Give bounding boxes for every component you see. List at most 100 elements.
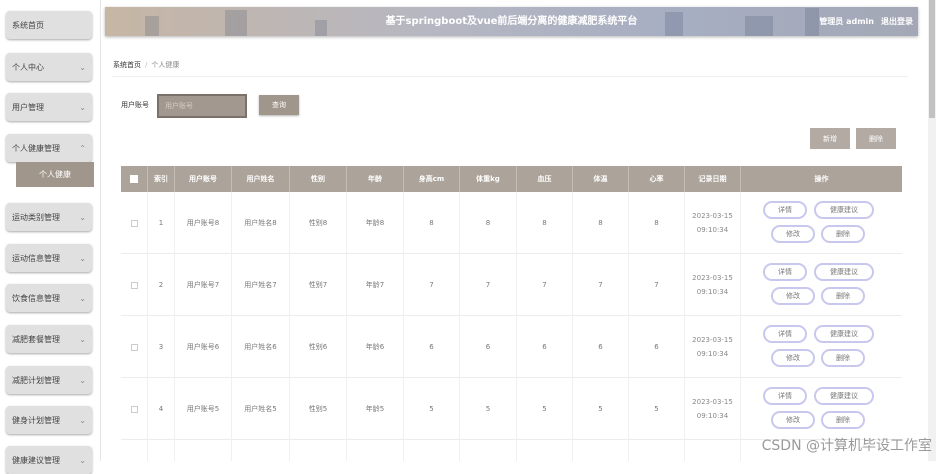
sidebar-item-home[interactable]: 系统首页 [6, 11, 92, 39]
table-header: 索引 用户账号 用户姓名 性别 年龄 身高cm 体重kg 血压 体温 心率 记录… [121, 166, 902, 192]
sidebar-item-label: 减肥套餐管理 [12, 334, 60, 344]
sidebar-item-fitness-plan[interactable]: 健身计划管理 ⌄ [6, 406, 92, 434]
table-row: 1 用户账号8 用户姓名8 性别8 年龄8 8 8 8 8 8 2023-03-… [121, 192, 902, 254]
search-input[interactable] [157, 94, 247, 118]
detail-button[interactable]: 详情 [763, 263, 807, 281]
cell-partial [629, 440, 685, 461]
row-checkbox[interactable] [121, 316, 148, 378]
cell-weight: 6 [460, 316, 517, 378]
cell-temperature: 6 [573, 316, 629, 378]
cell-partial [148, 440, 175, 461]
cell-name: 用户姓名8 [232, 192, 290, 254]
sidebar-item-personal-center[interactable]: 个人中心 ⌄ [6, 53, 92, 81]
cell-account: 用户账号8 [175, 192, 232, 254]
cell-heart-rate: 8 [629, 192, 685, 254]
edit-button[interactable]: 修改 [771, 287, 815, 305]
cell-account: 用户账号6 [175, 316, 232, 378]
chevron-down-icon: ⌄ [79, 455, 86, 465]
cell-record-date: 2023-03-15 09:10:34 [685, 378, 741, 440]
header-cell: 用户姓名 [232, 166, 290, 192]
sidebar-item-user-management[interactable]: 用户管理 ⌄ [6, 93, 92, 121]
cell-age: 年龄8 [347, 192, 404, 254]
header-cell: 体温 [573, 166, 629, 192]
page-scrollbar[interactable] [928, 0, 936, 461]
row-checkbox[interactable] [121, 378, 148, 440]
row-checkbox[interactable] [121, 192, 148, 254]
cell-gender: 性别6 [290, 316, 347, 378]
sidebar-item-exercise-info[interactable]: 运动信息管理 ⌄ [6, 244, 92, 272]
edit-button[interactable]: 修改 [771, 411, 815, 429]
add-button[interactable]: 新增 [810, 128, 850, 149]
checkbox-box [130, 219, 138, 227]
cell-account: 用户账号7 [175, 254, 232, 316]
cell-blood-pressure: 5 [517, 378, 573, 440]
cell-partial [404, 440, 460, 461]
row-actions: 详情 健康建议 修改 删除 [741, 378, 902, 440]
header-cell: 用户账号 [175, 166, 232, 192]
cell-index: 3 [148, 316, 175, 378]
sidebar-item-label: 健康建议管理 [12, 455, 60, 465]
cell-gender: 性别8 [290, 192, 347, 254]
detail-button[interactable]: 详情 [763, 325, 807, 343]
header-cell: 心率 [629, 166, 685, 192]
cell-weight: 7 [460, 254, 517, 316]
header-cell: 血压 [517, 166, 573, 192]
chevron-down-icon: ⌄ [79, 293, 86, 303]
sidebar-item-health-advice[interactable]: 健康建议管理 ⌄ [6, 446, 92, 474]
health-advice-button[interactable]: 健康建议 [814, 201, 874, 219]
delete-button[interactable]: 删除 [821, 349, 865, 367]
cell-blood-pressure: 7 [517, 254, 573, 316]
delete-button[interactable]: 删除 [821, 225, 865, 243]
batch-delete-button[interactable]: 删除 [856, 128, 896, 149]
health-advice-button[interactable]: 健康建议 [814, 263, 874, 281]
sidebar-item-diet-package[interactable]: 减肥套餐管理 ⌄ [6, 325, 92, 353]
sidebar-item-label: 饮食信息管理 [12, 293, 60, 303]
table-row: 3 用户账号6 用户姓名6 性别6 年龄6 6 6 6 6 6 2023-03-… [121, 316, 902, 378]
sidebar-item-exercise-category[interactable]: 运动类别管理 ⌄ [6, 203, 92, 231]
header-cell: 性别 [290, 166, 347, 192]
scrollbar-thumb[interactable] [929, 0, 935, 118]
edit-button[interactable]: 修改 [771, 225, 815, 243]
cell-blood-pressure: 8 [517, 192, 573, 254]
detail-button[interactable]: 详情 [763, 201, 807, 219]
sidebar-item-personal-health[interactable]: 个人健康管理 ⌃ [6, 134, 92, 162]
row-checkbox[interactable] [121, 254, 148, 316]
chevron-down-icon: ⌄ [79, 212, 86, 222]
detail-button[interactable]: 详情 [763, 387, 807, 405]
edit-button[interactable]: 修改 [771, 349, 815, 367]
delete-button[interactable]: 删除 [821, 287, 865, 305]
header-cell: 操作 [814, 175, 829, 183]
sidebar-subitem-personal-health[interactable]: 个人健康 [16, 162, 94, 187]
logout-button[interactable]: 退出登录 [881, 7, 913, 36]
health-advice-button[interactable]: 健康建议 [814, 325, 874, 343]
health-advice-button[interactable]: 健康建议 [814, 387, 874, 405]
record-time: 09:10:34 [696, 288, 729, 296]
cell-height: 7 [404, 254, 460, 316]
select-all-checkbox[interactable] [121, 166, 148, 192]
cell-heart-rate: 7 [629, 254, 685, 316]
cell-name: 用户姓名6 [232, 316, 290, 378]
header-cell: 身高cm [404, 166, 460, 192]
table-row: 2 用户账号7 用户姓名7 性别7 年龄7 7 7 7 7 7 2023-03-… [121, 254, 902, 316]
search-button[interactable]: 查询 [259, 95, 299, 115]
sidebar-item-diet-plan[interactable]: 减肥计划管理 ⌄ [6, 366, 92, 394]
cell-weight: 8 [460, 192, 517, 254]
delete-button[interactable]: 删除 [821, 411, 865, 429]
cell-gender: 性别5 [290, 378, 347, 440]
cell-temperature: 5 [573, 378, 629, 440]
sidebar-item-diet-info[interactable]: 饮食信息管理 ⌄ [6, 284, 92, 312]
sidebar: 系统首页 个人中心 ⌄ 用户管理 ⌄ 个人健康管理 ⌃ 个人健康 运动类别管理 ⌄ 运动… [0, 0, 101, 474]
checkbox-box [130, 343, 138, 351]
header-cell: 体重kg [460, 166, 517, 192]
cell-temperature: 7 [573, 254, 629, 316]
breadcrumb-current: 个人健康 [151, 61, 180, 69]
cell-index: 4 [148, 378, 175, 440]
row-actions: 详情 健康建议 修改 删除 [741, 316, 902, 378]
cell-record-date: 2023-03-15 09:10:34 [685, 192, 741, 254]
breadcrumb-home[interactable]: 系统首页 [113, 61, 141, 69]
cell-partial [290, 440, 347, 461]
sidebar-item-label: 减肥计划管理 [12, 375, 60, 385]
cell-partial [232, 440, 290, 461]
checkbox-box [130, 281, 138, 289]
record-date: 2023-03-15 [692, 336, 733, 344]
